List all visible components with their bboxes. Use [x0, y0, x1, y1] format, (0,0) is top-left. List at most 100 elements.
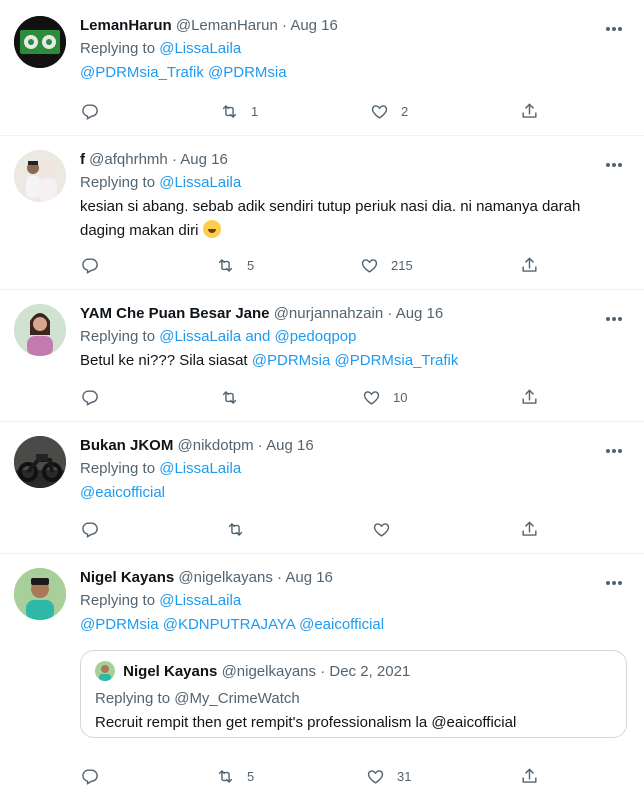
quoted-tweet-header: Nigel Kayans @nigelkayans · Dec 2, 2021 [95, 661, 410, 681]
tweet-actions [80, 517, 550, 541]
retweet-button[interactable]: 1 [220, 99, 258, 123]
mention-links[interactable]: @PDRMsia @PDRMsia_Trafik [252, 352, 459, 369]
avatar[interactable] [14, 436, 66, 488]
share-button[interactable] [520, 99, 539, 123]
avatar[interactable] [14, 304, 66, 356]
share-icon [520, 102, 539, 121]
reply-button[interactable] [80, 517, 99, 541]
replying-to-link[interactable]: @LissaLaila [159, 460, 241, 477]
tweet-date[interactable]: Aug 16 [285, 569, 333, 586]
reply-icon [80, 388, 99, 407]
like-count: 31 [397, 768, 412, 784]
like-count: 215 [391, 257, 413, 273]
tweet[interactable]: f @afqhrhmh · Aug 16 Replying to @LissaL… [0, 136, 644, 290]
author-name[interactable]: YAM Che Puan Besar Jane [80, 305, 270, 322]
tweet-header: LemanHarun @LemanHarun · Aug 16 [80, 16, 624, 36]
more-icon[interactable] [606, 18, 626, 32]
separator-dot: · [277, 569, 283, 586]
tweet[interactable]: YAM Che Puan Besar Jane @nurjannahzain ·… [0, 290, 644, 422]
replying-prefix: Replying to [80, 460, 160, 477]
avatar[interactable] [14, 16, 66, 68]
like-count: 10 [393, 389, 408, 405]
quoted-tweet[interactable]: Nigel Kayans @nigelkayans · Dec 2, 2021 … [80, 650, 627, 738]
reply-icon [80, 520, 99, 539]
tweet-content: f @afqhrhmh · Aug 16 Replying to @LissaL… [80, 150, 624, 242]
author-name[interactable]: f [80, 151, 85, 168]
replying-to: Replying to @LissaLaila [80, 589, 624, 612]
reply-button[interactable] [80, 253, 99, 277]
quoted-author-name: Nigel Kayans [123, 663, 218, 680]
reply-icon [80, 767, 99, 786]
tweet-actions: 5 215 [80, 253, 550, 277]
separator-dot: · [171, 151, 177, 168]
tweet[interactable]: LemanHarun @LemanHarun · Aug 16 Replying… [0, 0, 644, 136]
author-name[interactable]: LemanHarun [80, 17, 172, 34]
share-button[interactable] [520, 764, 539, 788]
more-icon[interactable] [606, 154, 626, 168]
share-button[interactable] [520, 385, 539, 409]
more-icon[interactable] [606, 440, 626, 454]
reply-button[interactable] [80, 764, 99, 788]
share-button[interactable] [520, 253, 539, 277]
mention-links[interactable]: @eaicofficial [80, 484, 165, 501]
more-icon[interactable] [606, 308, 626, 322]
like-button[interactable]: 215 [360, 253, 413, 277]
retweet-count: 5 [247, 768, 255, 784]
mention-links[interactable]: @PDRMsia @KDNPUTRAJAYA @eaicofficial [80, 616, 384, 633]
retweet-count: 5 [247, 257, 255, 273]
tweet[interactable]: Bukan JKOM @nikdotpm · Aug 16 Replying t… [0, 422, 644, 554]
author-handle[interactable]: @nikdotpm [178, 437, 254, 454]
replying-prefix: Replying to [80, 592, 160, 609]
tweet-content: Bukan JKOM @nikdotpm · Aug 16 Replying t… [80, 436, 624, 504]
tweet-date[interactable]: Aug 16 [396, 305, 444, 322]
author-name[interactable]: Bukan JKOM [80, 437, 173, 454]
retweet-button[interactable]: 5 [216, 764, 254, 788]
tweet-text: @PDRMsia_Trafik @PDRMsia [80, 61, 624, 84]
separator-dot: · [281, 17, 287, 34]
tweet-date[interactable]: Aug 16 [266, 437, 314, 454]
quoted-replying-to: Replying to @My_CrimeWatch [95, 690, 300, 707]
retweet-icon [216, 767, 235, 786]
retweet-button[interactable]: 5 [216, 253, 254, 277]
tweet-text: Betul ke ni??? Sila siasat @PDRMsia @PDR… [80, 349, 624, 372]
like-button[interactable]: 31 [366, 764, 411, 788]
separator-dot: · [320, 663, 326, 680]
like-button[interactable] [372, 517, 403, 541]
tweet-date[interactable]: Aug 16 [290, 17, 338, 34]
tweet-text-line: kesian si abang. sebab adik sendiri tutu… [80, 198, 581, 215]
author-handle[interactable]: @nurjannahzain [274, 305, 383, 322]
retweet-button[interactable] [220, 385, 251, 409]
replying-to-link[interactable]: @LissaLaila [159, 592, 241, 609]
avatar[interactable] [14, 150, 66, 202]
replying-to-link[interactable]: @LissaLaila and @pedoqpop [159, 328, 356, 345]
tweet-date[interactable]: Aug 16 [180, 151, 228, 168]
share-button[interactable] [520, 517, 539, 541]
avatar[interactable] [14, 568, 66, 620]
retweet-icon [216, 256, 235, 275]
share-icon [520, 767, 539, 786]
replying-to: Replying to @LissaLaila [80, 37, 624, 60]
tweet-text: @eaicofficial [80, 481, 624, 504]
like-button[interactable]: 2 [370, 99, 408, 123]
separator-dot: · [387, 305, 393, 322]
author-handle[interactable]: @nigelkayans [178, 569, 272, 586]
author-handle[interactable]: @LemanHarun [176, 17, 278, 34]
retweet-button[interactable] [226, 517, 257, 541]
shushing-face-emoji-icon [202, 220, 221, 238]
like-icon [366, 767, 385, 786]
tweet-actions: 5 31 [80, 764, 550, 788]
author-handle[interactable]: @afqhrhmh [89, 151, 168, 168]
more-icon[interactable] [606, 572, 626, 586]
mention-links[interactable]: @PDRMsia_Trafik @PDRMsia [80, 64, 287, 81]
quoted-tweet-text: Recruit rempit then get rempit's profess… [95, 714, 517, 731]
tweet[interactable]: Nigel Kayans @nigelkayans · Aug 16 Reply… [0, 554, 644, 800]
replying-to-link[interactable]: @LissaLaila [159, 174, 241, 191]
share-icon [520, 520, 539, 539]
share-icon [520, 256, 539, 275]
replying-to: Replying to @LissaLaila and @pedoqpop [80, 325, 624, 348]
replying-to-link[interactable]: @LissaLaila [159, 40, 241, 57]
author-name[interactable]: Nigel Kayans [80, 569, 174, 586]
reply-button[interactable] [80, 385, 99, 409]
like-button[interactable]: 10 [362, 385, 407, 409]
reply-button[interactable] [80, 99, 99, 123]
